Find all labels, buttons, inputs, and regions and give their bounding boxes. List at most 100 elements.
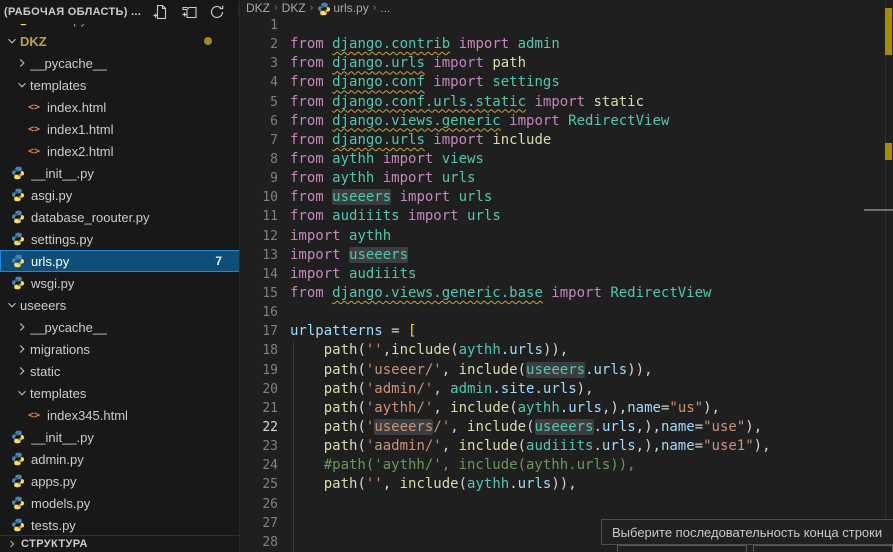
- tree-item--init-py[interactable]: __init__.py: [0, 426, 240, 448]
- tree-item-label: index345.html: [47, 408, 128, 423]
- tree-item-label: __pycache__: [30, 320, 107, 335]
- line-number: 16: [241, 303, 278, 322]
- code-line-text: path('useeer/', include(useeers.urls)),: [290, 361, 653, 380]
- code-line[interactable]: 20 path('admin/', admin.site.urls),: [241, 380, 893, 399]
- code-line[interactable]: 17urlpatterns = [: [241, 322, 893, 341]
- chevron-down-icon: [4, 33, 20, 49]
- code-line[interactable]: 8 from aythh import views: [241, 150, 893, 169]
- code-line-text: from aythh import urls: [290, 169, 475, 188]
- tree-item-migrations[interactable]: migrations: [0, 338, 240, 360]
- line-number: 5: [241, 93, 278, 112]
- code-line[interactable]: 21 path('aythh/', include(aythh.urls,),n…: [241, 399, 893, 418]
- code-line[interactable]: 4from django.conf import settings: [241, 73, 893, 92]
- code-line[interactable]: 16: [241, 303, 893, 322]
- code-line[interactable]: 3from django.urls import path: [241, 54, 893, 73]
- code-line[interactable]: 25 path('', include(aythh.urls)),: [241, 475, 893, 494]
- breadcrumb-item[interactable]: DKZ: [282, 1, 306, 15]
- tree-item-static[interactable]: static: [0, 360, 240, 382]
- line-number: 12: [241, 227, 278, 246]
- tree-item-label: static: [30, 364, 60, 379]
- file-tree: views.pyDKZ__pycache__templates<>index.h…: [0, 8, 240, 536]
- new-file-icon: [153, 4, 169, 20]
- overview-ruler-mark: [885, 143, 892, 160]
- breadcrumb-item[interactable]: ...: [380, 1, 390, 15]
- html-icon: <>: [26, 121, 42, 137]
- tree-item-wsgi-py[interactable]: wsgi.py: [0, 272, 240, 294]
- tree-item-index-html[interactable]: <>index.html: [0, 96, 240, 118]
- code-line[interactable]: 11from audiiits import urls: [241, 207, 893, 226]
- tree-item--pycache-[interactable]: __pycache__: [0, 316, 240, 338]
- tree-item-database-roouter-py[interactable]: database_roouter.py: [0, 206, 240, 228]
- outline-section-header[interactable]: СТРУКТУРА: [0, 535, 240, 552]
- tree-item--init-py[interactable]: __init__.py: [0, 162, 240, 184]
- chevron-right-icon: [14, 341, 30, 357]
- python-icon: [10, 165, 26, 181]
- tree-item-models-py[interactable]: models.py: [0, 492, 240, 514]
- code-line[interactable]: 14import audiiits: [241, 265, 893, 284]
- line-number: 8: [241, 150, 278, 169]
- code-line[interactable]: 2from django.contrib import admin: [241, 35, 893, 54]
- line-number: 9: [241, 169, 278, 188]
- tree-item-admin-py[interactable]: admin.py: [0, 448, 240, 470]
- collapse-all-button[interactable]: [235, 2, 240, 22]
- code-line[interactable]: 7from django.urls import include: [241, 131, 893, 150]
- refresh-button[interactable]: [207, 2, 227, 22]
- code-line-text: from django.views.generic import Redirec…: [290, 112, 669, 131]
- breadcrumb-item[interactable]: urls.py: [333, 1, 368, 15]
- python-icon: [10, 253, 26, 269]
- statusbar-item-peek[interactable]: [617, 545, 747, 552]
- tree-item-urls-py[interactable]: urls.py7: [0, 250, 240, 272]
- code-line[interactable]: 23 path('aadmin/', include(audiiits.urls…: [241, 437, 893, 456]
- code-area[interactable]: 12from django.contrib import admin3from …: [241, 16, 893, 552]
- code-line[interactable]: 10from useeers import urls: [241, 188, 893, 207]
- python-icon: [10, 275, 26, 291]
- statusbar-item-peek[interactable]: [753, 545, 893, 552]
- tree-item-tests-py[interactable]: tests.py: [0, 514, 240, 536]
- code-line[interactable]: 9 from aythh import urls: [241, 169, 893, 188]
- chevron-right-icon: [14, 319, 30, 335]
- chevron-right-icon: [14, 363, 30, 379]
- code-line-text: import audiiits: [290, 265, 416, 284]
- line-number: 24: [241, 456, 278, 475]
- python-icon: [10, 231, 26, 247]
- tree-item-settings-py[interactable]: settings.py: [0, 228, 240, 250]
- tree-item-index1-html[interactable]: <>index1.html: [0, 118, 240, 140]
- code-line[interactable]: 5from django.conf.urls.static import sta…: [241, 93, 893, 112]
- python-icon: [10, 187, 26, 203]
- code-line[interactable]: 1: [241, 16, 893, 35]
- tree-item-useeers[interactable]: useeers: [0, 294, 240, 316]
- tree-item-asgi-py[interactable]: asgi.py: [0, 184, 240, 206]
- tree-item-index345-html[interactable]: <>index345.html: [0, 404, 240, 426]
- code-line[interactable]: 22 path('useeers/', include(useeers.urls…: [241, 418, 893, 437]
- tree-item-dkz[interactable]: DKZ: [0, 30, 240, 52]
- tree-item-apps-py[interactable]: apps.py: [0, 470, 240, 492]
- tree-item-label: __init__.py: [31, 430, 94, 445]
- code-line[interactable]: 26: [241, 495, 893, 514]
- code-line[interactable]: 24 #path('aythh/', include(aythh.urls)),: [241, 456, 893, 475]
- new-file-button[interactable]: [151, 2, 171, 22]
- code-line[interactable]: 15from django.views.generic.base import …: [241, 284, 893, 303]
- python-icon: [10, 517, 26, 533]
- breadcrumb-item[interactable]: DKZ: [246, 1, 270, 15]
- code-line[interactable]: 19 path('useeer/', include(useeers.urls)…: [241, 361, 893, 380]
- explorer-sidebar: views.pyDKZ__pycache__templates<>index.h…: [0, 0, 240, 552]
- code-line[interactable]: 13import useeers: [241, 246, 893, 265]
- code-line[interactable]: 12import aythh: [241, 227, 893, 246]
- tree-item--pycache-[interactable]: __pycache__: [0, 52, 240, 74]
- new-folder-button[interactable]: [179, 2, 199, 22]
- line-number: 27: [241, 514, 278, 533]
- modified-dot-icon: [204, 37, 212, 45]
- code-line-text: from django.contrib import admin: [290, 35, 560, 54]
- code-line[interactable]: 18 path('',include(aythh.urls)),: [241, 341, 893, 360]
- code-line-text: from aythh import views: [290, 150, 484, 169]
- html-icon: <>: [26, 99, 42, 115]
- python-icon: [10, 495, 26, 511]
- line-number: 15: [241, 284, 278, 303]
- tree-item-templates[interactable]: templates: [0, 382, 240, 404]
- editor-pane: DKZ›DKZ›urls.py›... 12from django.contri…: [241, 0, 893, 552]
- tree-item-label: templates: [30, 78, 86, 93]
- tree-item-templates[interactable]: templates: [0, 74, 240, 96]
- tree-item-index2-html[interactable]: <>index2.html: [0, 140, 240, 162]
- code-line-text: import useeers: [290, 246, 408, 265]
- code-line[interactable]: 6from django.views.generic import Redire…: [241, 112, 893, 131]
